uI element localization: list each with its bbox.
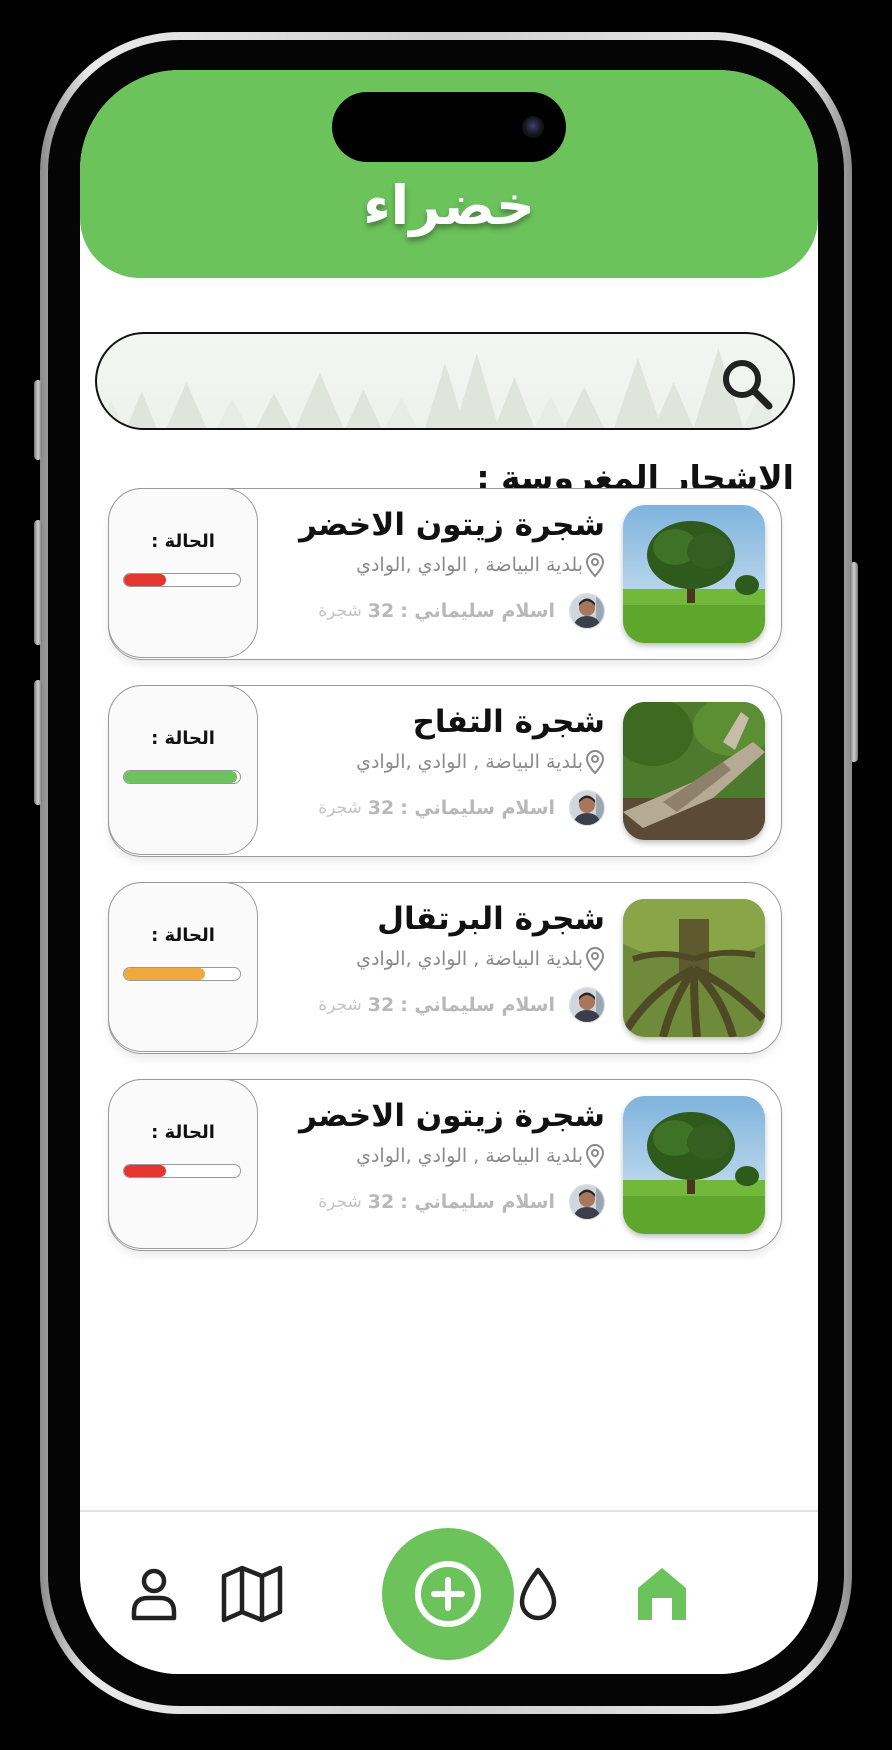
tree-name: شجرة زيتون الاخضر	[299, 507, 605, 543]
volume-down-button	[34, 680, 42, 805]
planter-row: اسلام سليماني : 32 شجرة	[318, 593, 605, 629]
planter-name: اسلام سليماني :	[400, 797, 555, 819]
location-row: بلدية البياضة , الوادي ,الوادي	[356, 551, 605, 579]
tree-name: شجرة زيتون الاخضر	[299, 1098, 605, 1134]
volume-up-button	[34, 520, 42, 645]
tree-location: بلدية البياضة , الوادي ,الوادي	[356, 554, 583, 576]
tree-card[interactable]: الحالة : شجرة التفاح بلدية البياضة , الو…	[108, 685, 782, 857]
planted-count: 32	[367, 600, 395, 622]
location-pin-icon	[585, 552, 605, 578]
profile-icon[interactable]	[124, 1564, 184, 1624]
planter-row: اسلام سليماني : 32 شجرة	[318, 987, 605, 1023]
dynamic-island	[332, 92, 566, 162]
planter-row: اسلام سليماني : 32 شجرة	[318, 790, 605, 826]
planter-name: اسلام سليماني :	[400, 1191, 555, 1213]
status-bar	[123, 770, 241, 784]
status-label: الحالة :	[151, 531, 215, 552]
status-label: الحالة :	[151, 1122, 215, 1143]
status-box: الحالة :	[108, 488, 258, 658]
tree-image	[623, 1096, 765, 1234]
tree-card[interactable]: الحالة : شجرة البرتقال بلدية البياضة , ا…	[108, 882, 782, 1054]
tree-image	[623, 702, 765, 840]
location-pin-icon	[585, 1143, 605, 1169]
tree-card[interactable]: الحالة : شجرة زيتون الاخضر بلدية البياضة…	[108, 1079, 782, 1251]
tree-name: شجرة التفاح	[412, 704, 605, 740]
status-bar-fill	[124, 771, 237, 783]
bottom-navigation	[80, 1510, 818, 1674]
status-label: الحالة :	[151, 728, 215, 749]
status-label: الحالة :	[151, 925, 215, 946]
status-box: الحالة :	[108, 882, 258, 1052]
planter-row: اسلام سليماني : 32 شجرة	[318, 1184, 605, 1220]
home-icon[interactable]	[632, 1564, 692, 1624]
planted-count: 32	[367, 1191, 395, 1213]
planter-avatar	[569, 987, 605, 1023]
planted-unit: شجرة	[318, 798, 362, 818]
tree-location: بلدية البياضة , الوادي ,الوادي	[356, 1145, 583, 1167]
status-bar	[123, 1164, 241, 1178]
tree-card[interactable]: الحالة : شجرة زيتون الاخضر بلدية البياضة…	[108, 488, 782, 660]
status-bar-fill	[124, 1165, 166, 1177]
camera-icon	[522, 116, 544, 138]
app-title: خضراء	[363, 174, 535, 237]
power-button	[850, 562, 858, 762]
planted-count: 32	[367, 994, 395, 1016]
water-drop-icon[interactable]	[508, 1564, 568, 1624]
planted-unit: شجرة	[318, 601, 362, 621]
location-pin-icon	[585, 946, 605, 972]
planted-count: 32	[367, 797, 395, 819]
planted-unit: شجرة	[318, 1192, 362, 1212]
status-bar-fill	[124, 968, 206, 980]
status-bar-fill	[124, 574, 166, 586]
forest-background-image	[97, 348, 780, 428]
app-screen: خضراء الاشجار المغروسة : الحالة : شجرة ز…	[80, 70, 818, 1674]
location-row: بلدية البياضة , الوادي ,الوادي	[356, 1142, 605, 1170]
action-button	[34, 380, 42, 460]
tree-location: بلدية البياضة , الوادي ,الوادي	[356, 948, 583, 970]
planter-avatar	[569, 790, 605, 826]
map-icon[interactable]	[220, 1564, 284, 1624]
search-bar[interactable]	[95, 332, 795, 430]
status-box: الحالة :	[108, 685, 258, 855]
location-row: بلدية البياضة , الوادي ,الوادي	[356, 748, 605, 776]
add-icon	[415, 1561, 481, 1627]
status-bar	[123, 967, 241, 981]
location-pin-icon	[585, 749, 605, 775]
status-box: الحالة :	[108, 1079, 258, 1249]
tree-name: شجرة البرتقال	[377, 901, 605, 937]
planter-avatar	[569, 593, 605, 629]
tree-image	[623, 899, 765, 1037]
add-tree-button[interactable]	[382, 1528, 514, 1660]
planted-unit: شجرة	[318, 995, 362, 1015]
status-bar	[123, 573, 241, 587]
planter-name: اسلام سليماني :	[400, 600, 555, 622]
planter-avatar	[569, 1184, 605, 1220]
tree-location: بلدية البياضة , الوادي ,الوادي	[356, 751, 583, 773]
search-icon[interactable]	[719, 356, 775, 412]
planter-name: اسلام سليماني :	[400, 994, 555, 1016]
tree-image	[623, 505, 765, 643]
location-row: بلدية البياضة , الوادي ,الوادي	[356, 945, 605, 973]
